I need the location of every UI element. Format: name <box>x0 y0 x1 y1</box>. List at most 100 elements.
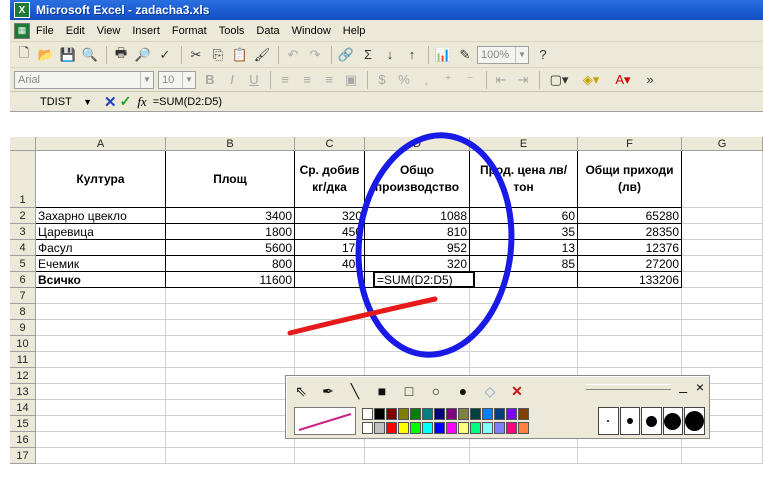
select-all-corner[interactable] <box>10 137 36 151</box>
cell-g5[interactable] <box>682 256 763 272</box>
permission-icon[interactable]: 🔍 <box>80 45 100 65</box>
column-header-g[interactable]: G <box>682 137 763 151</box>
bold-icon[interactable]: B <box>200 70 220 90</box>
cell-c11[interactable] <box>295 352 365 368</box>
eraser-icon[interactable]: ◇ <box>479 381 501 401</box>
menu-file[interactable]: File <box>36 25 54 37</box>
size-option[interactable] <box>641 407 662 435</box>
cell-a17[interactable] <box>36 448 166 464</box>
close-icon[interactable]: × <box>696 379 704 395</box>
cell-c2[interactable]: 320 <box>295 208 365 224</box>
print-icon[interactable]: 🖶 <box>111 45 131 65</box>
redo-icon[interactable]: ↷ <box>305 45 325 65</box>
column-header-b[interactable]: B <box>166 137 295 151</box>
row-header-11[interactable]: 11 <box>10 352 36 368</box>
zoom-select[interactable]: 100% ▼ <box>477 45 529 64</box>
cell-b7[interactable] <box>166 288 295 304</box>
color-swatch[interactable] <box>518 422 529 434</box>
color-swatch[interactable] <box>374 422 385 434</box>
color-swatch[interactable] <box>458 422 469 434</box>
cell-d10[interactable] <box>365 336 470 352</box>
cell-b8[interactable] <box>166 304 295 320</box>
color-swatch[interactable] <box>410 422 421 434</box>
cell-b11[interactable] <box>166 352 295 368</box>
cell-g2[interactable] <box>682 208 763 224</box>
underline-icon[interactable]: U <box>244 70 264 90</box>
column-header-e[interactable]: E <box>470 137 578 151</box>
increase-decimal-icon[interactable]: ⁺ <box>438 70 458 90</box>
ellipse-icon[interactable]: ○ <box>425 381 447 401</box>
cell-a14[interactable] <box>36 400 166 416</box>
currency-icon[interactable]: $ <box>372 70 392 90</box>
row-header-7[interactable]: 7 <box>10 288 36 304</box>
size-option[interactable] <box>619 407 640 435</box>
cell-c9[interactable] <box>295 320 365 336</box>
color-swatch[interactable] <box>482 422 493 434</box>
cell-b9[interactable] <box>166 320 295 336</box>
column-header-f[interactable]: F <box>578 137 682 151</box>
menu-help[interactable]: Help <box>343 25 366 37</box>
cell-b14[interactable] <box>166 400 295 416</box>
cell-e1[interactable]: Прод. цена лв/тон <box>470 151 578 208</box>
cell-f17[interactable] <box>578 448 682 464</box>
cell-a13[interactable] <box>36 384 166 400</box>
color-swatch[interactable] <box>422 408 433 420</box>
row-header-15[interactable]: 15 <box>10 416 36 432</box>
cell-c8[interactable] <box>295 304 365 320</box>
menu-data[interactable]: Data <box>256 25 279 37</box>
cell-b16[interactable] <box>166 432 295 448</box>
cell-d1[interactable]: Общо производство <box>365 151 470 208</box>
cell-b4[interactable]: 5600 <box>166 240 295 256</box>
paste-icon[interactable]: 📋 <box>230 45 250 65</box>
font-name-select[interactable]: Arial ▼ <box>14 70 154 89</box>
cell-d2[interactable]: 1088 <box>365 208 470 224</box>
cell-g9[interactable] <box>682 320 763 336</box>
cell-f3[interactable]: 28350 <box>578 224 682 240</box>
color-swatch[interactable] <box>458 408 469 420</box>
cell-e8[interactable] <box>470 304 578 320</box>
color-swatch[interactable] <box>434 408 445 420</box>
new-icon[interactable]: 🗋 <box>14 45 34 65</box>
insert-function-icon[interactable]: fx <box>137 94 146 110</box>
drawing-icon[interactable]: ✎ <box>455 45 475 65</box>
row-header-10[interactable]: 10 <box>10 336 36 352</box>
color-swatch[interactable] <box>506 422 517 434</box>
hyperlink-icon[interactable]: 🔗 <box>336 45 356 65</box>
cell-e11[interactable] <box>470 352 578 368</box>
cell-a5[interactable]: Ечемик <box>36 256 166 272</box>
color-swatch[interactable] <box>482 408 493 420</box>
cell-g6[interactable] <box>682 272 763 288</box>
cell-a10[interactable] <box>36 336 166 352</box>
cell-g11[interactable] <box>682 352 763 368</box>
cell-g1[interactable] <box>682 151 763 208</box>
cell-a7[interactable] <box>36 288 166 304</box>
minimize-icon[interactable]: _ <box>679 377 687 393</box>
cell-d5[interactable]: 320 <box>365 256 470 272</box>
color-swatch[interactable] <box>398 408 409 420</box>
cell-d3[interactable]: 810 <box>365 224 470 240</box>
row-header-1[interactable]: 1 <box>10 151 36 208</box>
color-swatch[interactable] <box>362 408 373 420</box>
cell-a15[interactable] <box>36 416 166 432</box>
sort-ascending-icon[interactable]: ↓ <box>380 45 400 65</box>
toolbar-options-icon[interactable]: » <box>640 70 660 90</box>
cell-e5[interactable]: 85 <box>470 256 578 272</box>
cell-e4[interactable]: 13 <box>470 240 578 256</box>
cell-f1[interactable]: Общи приходи (лв) <box>578 151 682 208</box>
cell-b3[interactable]: 1800 <box>166 224 295 240</box>
size-option[interactable] <box>662 407 683 435</box>
increase-indent-icon[interactable]: ⇥ <box>513 70 533 90</box>
cell-b12[interactable] <box>166 368 295 384</box>
pointer-icon[interactable]: ⇖ <box>290 381 312 401</box>
font-size-select[interactable]: 10 ▼ <box>158 70 196 89</box>
cell-a1[interactable]: Култура <box>36 151 166 208</box>
filled-rectangle-icon[interactable]: ■ <box>371 381 393 401</box>
pen-icon[interactable]: ✒ <box>317 381 339 401</box>
cell-e9[interactable] <box>470 320 578 336</box>
cell-f6[interactable]: 133206 <box>578 272 682 288</box>
active-cell-editor[interactable]: =SUM(D2:D5) <box>373 271 475 288</box>
column-header-a[interactable]: A <box>36 137 166 151</box>
copy-icon[interactable]: ⎘ <box>208 45 228 65</box>
enter-icon[interactable]: ✓ <box>120 93 132 110</box>
color-swatch[interactable] <box>410 408 421 420</box>
